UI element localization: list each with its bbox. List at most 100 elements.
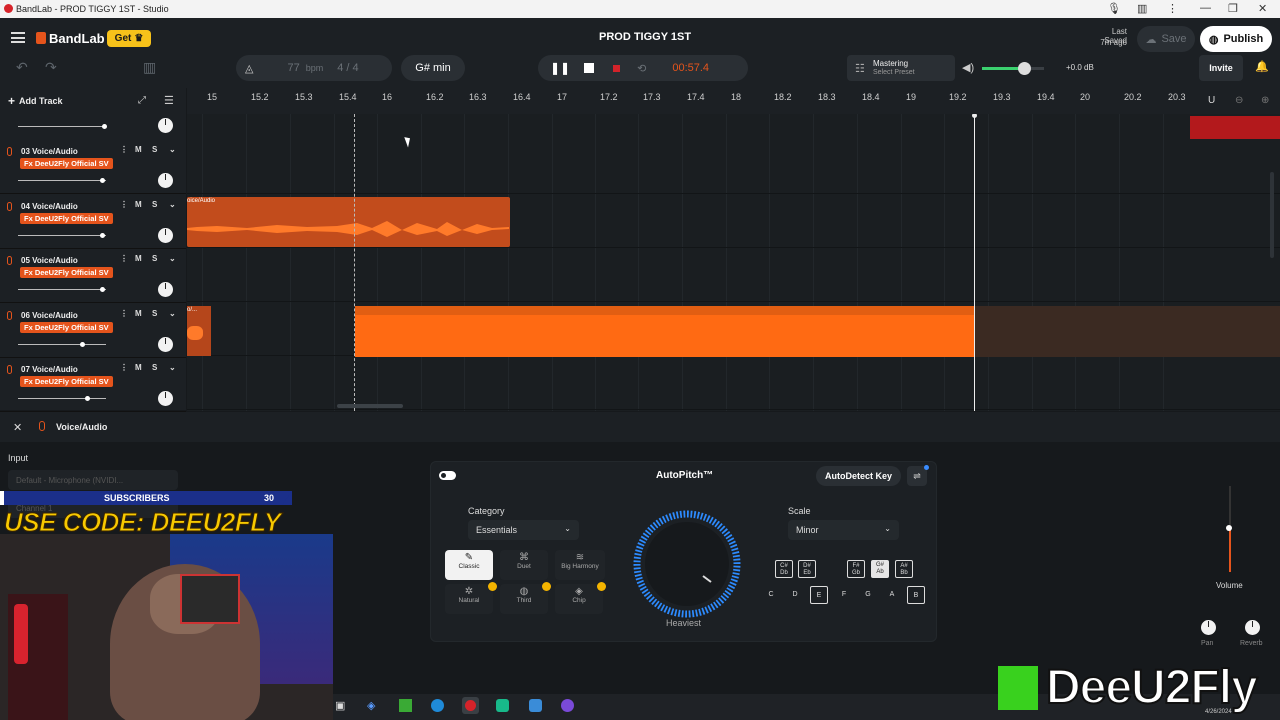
restore-button[interactable]: ❐ [1228,2,1238,15]
key-a-sharp[interactable]: A# Bb [895,560,913,578]
magnet-icon[interactable]: U [1208,95,1215,106]
app-icon[interactable]: ◈ [367,699,375,712]
audio-clip-track-06-recording[interactable] [355,306,975,357]
instruments-icon[interactable]: ▥ [143,59,156,76]
pause-icon[interactable]: ❚❚ [550,61,570,75]
fx-preset-badge[interactable]: Fx DeeU2Fly Official SV [20,321,113,333]
pan-knob[interactable] [158,391,173,407]
microphone-icon[interactable]: 🎙 [1107,2,1121,15]
timeline-ruler[interactable]: 15 15.2 15.3 15.4 16 16.2 16.3 16.4 17 17.2 17.3 17… [187,88,1280,114]
track-menu-icon[interactable]: ⋮ [120,254,128,263]
chevron-down-icon[interactable]: ⌄ [169,363,176,372]
loop-end-handle[interactable] [972,114,977,118]
key-e[interactable]: E [810,586,828,604]
nvidia-icon[interactable] [399,699,412,712]
key-g-sharp[interactable]: G# Ab [871,560,889,578]
category-select[interactable]: Essentials ⌄ [468,520,579,540]
solo-button[interactable]: S [152,200,157,209]
track-volume-slider[interactable] [18,396,106,402]
app-icon[interactable] [496,699,509,712]
reverb-knob[interactable] [1245,620,1260,635]
pan-knob[interactable] [158,336,173,352]
metronome-icon[interactable]: ◬ [245,62,253,75]
chevron-down-icon[interactable]: ⌄ [169,200,176,209]
zoom-in-icon[interactable]: ⊕ [1261,95,1269,106]
solo-button[interactable]: S [152,363,157,372]
timeline-area[interactable]: oice/Audio o/... [187,114,1280,411]
loop-icon[interactable]: ⟲ [637,62,646,75]
track-header[interactable]: 07 Voice/Audio Fx DeeU2Fly Official SV ⋮ M S… [0,358,186,413]
save-button[interactable]: ☁ Save [1137,26,1195,52]
scale-select[interactable]: Minor ⌄ [788,520,899,540]
minimize-button[interactable]: — [1200,2,1211,14]
automation-icon[interactable]: ⤢ [138,95,146,106]
chevron-down-icon[interactable]: ⌄ [169,309,176,318]
audio-clip-top[interactable] [1190,116,1280,139]
fx-preset-badge[interactable]: Fx DeeU2Fly Official SV [20,212,113,224]
key-selector[interactable]: G# min [401,55,465,81]
publish-button[interactable]: ◍ Publish [1200,26,1272,52]
mute-button[interactable]: M [135,254,142,263]
invite-button[interactable]: Invite [1199,55,1243,81]
chevron-down-icon[interactable]: ⌄ [169,145,176,154]
more-icon[interactable]: ⋮ [1167,2,1178,15]
track-volume-slider[interactable] [18,341,106,347]
option-chip[interactable]: ◈ Chip [555,584,603,614]
add-track-button[interactable]: + Add Track [8,94,63,108]
pan-knob[interactable] [158,173,173,188]
fx-preset-badge[interactable]: Fx DeeU2Fly Official SV [20,158,113,169]
solo-button[interactable]: S [152,145,157,154]
track-volume-slider[interactable] [18,287,106,293]
option-natural[interactable]: ✲ Natural [445,584,493,614]
fx-preset-badge[interactable]: Fx DeeU2Fly Official SV [20,376,113,388]
close-editor-icon[interactable]: ✕ [13,421,22,434]
input-device-select[interactable]: Default - Microphone (NVIDI... [8,470,178,490]
record-icon[interactable] [613,64,621,72]
pan-knob[interactable] [158,227,173,243]
volume-fader[interactable] [1212,486,1248,576]
lane-05[interactable] [187,248,1280,302]
key-f[interactable]: F [835,586,853,604]
playhead[interactable] [354,114,355,411]
settings-list-icon[interactable]: ☰ [164,94,174,107]
key-a[interactable]: A [883,586,901,604]
track-header[interactable]: 03 Voice/Audio Fx DeeU2Fly Official SV ⋮ M S… [0,140,186,194]
close-window-button[interactable]: ✕ [1258,2,1267,15]
track-menu-icon[interactable]: ⋮ [120,363,128,372]
key-b[interactable]: B [907,586,925,604]
redo-icon[interactable]: ↷ [45,59,57,76]
track-menu-icon[interactable]: ⋮ [120,309,128,318]
option-big-harmony[interactable]: ≋ Big Harmony [555,550,605,580]
edge-icon[interactable] [431,699,444,712]
option-third[interactable]: ◍ Third [500,584,548,614]
key-c-sharp[interactable]: C# Db [775,560,793,578]
master-volume-handle[interactable] [1018,62,1031,75]
mute-button[interactable]: M [135,309,142,318]
chevron-down-icon[interactable]: ⌄ [169,254,176,263]
book-icon[interactable]: ▥ [1137,2,1147,15]
file-explorer-icon[interactable]: ▣ [335,699,345,712]
track-volume-slider[interactable] [18,178,106,183]
key-d-sharp[interactable]: D# Eb [798,560,816,578]
horizontal-scrollbar[interactable] [337,404,403,408]
track-volume-slider[interactable] [18,232,106,238]
solo-button[interactable]: S [152,309,157,318]
track-header[interactable]: 04 Voice/Audio Fx DeeU2Fly Official SV ⋮ M S… [0,195,186,249]
lane-03[interactable] [187,140,1280,194]
app-icon[interactable] [529,699,542,712]
mute-button[interactable]: M [135,145,142,154]
bandlab-taskbar-icon[interactable] [462,697,479,714]
pan-knob[interactable] [1201,620,1216,635]
solo-button[interactable]: S [152,254,157,263]
fx-preset-badge[interactable]: Fx DeeU2Fly Official SV [20,267,113,279]
bell-icon[interactable]: 🔔 [1255,60,1269,73]
key-c[interactable]: C [762,586,780,604]
intensity-dial[interactable] [631,508,743,620]
track-header[interactable]: 05 Voice/Audio Fx DeeU2Fly Official SV ⋮ M S… [0,249,186,304]
key-f-sharp[interactable]: F# Gb [847,560,865,578]
pan-knob[interactable] [158,282,173,298]
stop-icon[interactable] [584,63,595,73]
pan-knob-partial[interactable] [158,118,173,133]
master-volume-slider[interactable] [982,62,1044,75]
autopitch-toggle[interactable] [439,471,456,480]
